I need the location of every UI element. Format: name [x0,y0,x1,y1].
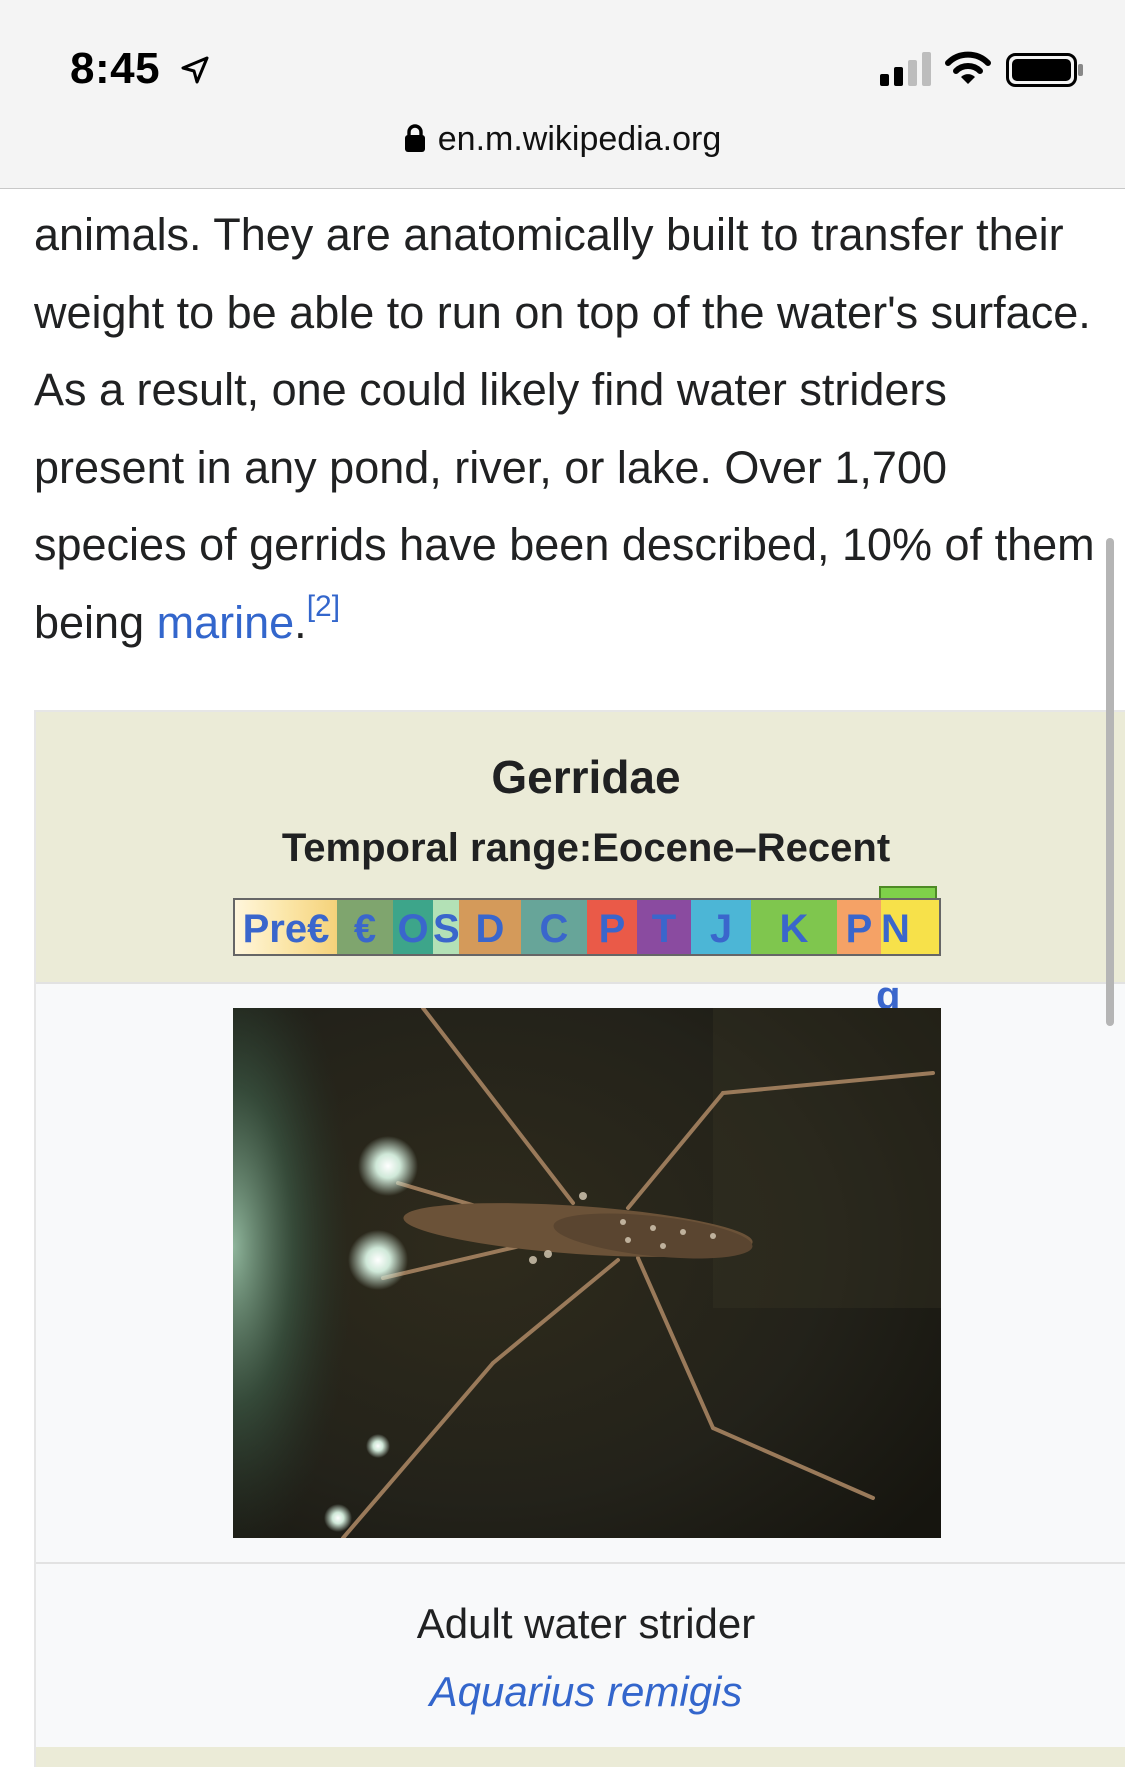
divider [36,982,1125,984]
marine-link[interactable]: marine [157,597,295,648]
timeline-period-cretaceous[interactable]: K [751,900,837,954]
wifi-icon [945,51,991,84]
cellular-signal-icon [880,52,931,86]
species-link[interactable]: Aquarius remigis [36,1668,1125,1716]
url-text: en.m.wikipedia.org [437,120,722,158]
location-arrow-icon [181,56,209,84]
timeline-period-jurassic[interactable]: J [691,900,751,954]
temporal-range-value: Eocene–Recent [592,826,891,870]
timeline-period-cambrian[interactable]: € [337,900,393,954]
water-strider-image [233,1008,941,1538]
timeline-period-devonian[interactable]: D [459,900,521,954]
article-text-end: . [294,596,307,648]
temporal-range: Temporal range:Eocene–Recent [36,826,1125,871]
temporal-range-label: Temporal range: [281,826,593,870]
taxobox-header: Gerridae Temporal range:Eocene–Recent Pr… [36,712,1125,1018]
timeline-period-paleogene[interactable]: P [837,900,881,954]
timeline-period-triassic[interactable]: T [637,900,691,954]
image-caption: Adult water strider [416,1600,756,1647]
timeline-period-silurian[interactable]: S [433,900,460,954]
article-text: animals. They are anatomically built to … [34,209,1095,648]
article-paragraph: animals. They are anatomically built to … [34,196,1104,661]
timeline-period-ordovician[interactable]: O [393,900,433,954]
citation-link[interactable]: [2] [307,590,340,623]
lock-icon [404,124,425,152]
timeline-period-carboniferous[interactable]: C [521,900,587,954]
timeline-period-permian[interactable]: P [587,900,637,954]
status-time: 8:45 [70,44,161,93]
geologic-timeline: Pre€ € O S D C P T J K P N [233,898,941,956]
address-bar[interactable]: en.m.wikipedia.org [0,120,1125,159]
browser-top-bar: 8:45 en.m.wikipedia.org [0,0,1125,189]
divider [36,1562,1125,1564]
battery-icon [1006,53,1083,87]
timeline-period-neogene[interactable]: N [881,900,939,954]
taxobox: Gerridae Temporal range:Eocene–Recent Pr… [34,710,1125,1767]
page-scrollbar[interactable] [1106,538,1114,1026]
taxobox-next-section [36,1747,1125,1767]
water-strider-photo[interactable] [233,1008,941,1538]
timeline-period-precambrian[interactable]: Pre€ [235,900,337,954]
taxobox-title: Gerridae [491,751,681,803]
